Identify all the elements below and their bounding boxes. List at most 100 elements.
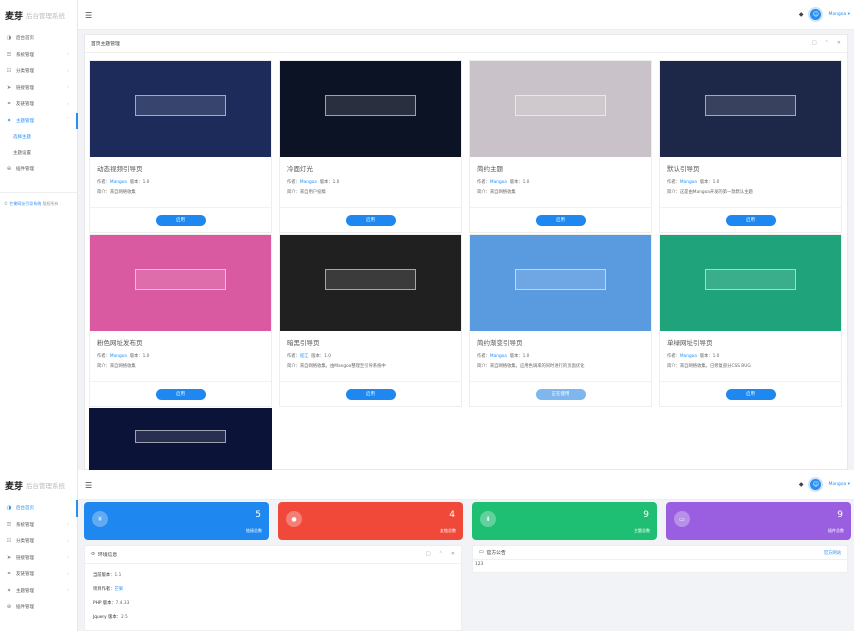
theme-toggle-icon[interactable]: ◆	[799, 11, 804, 18]
sidebar-item-label: 主题管理	[16, 118, 34, 124]
user-menu[interactable]: Mangoa ▾	[828, 482, 850, 487]
theme-author: Mangoa	[679, 180, 697, 185]
refresh-icon[interactable]: □	[812, 40, 817, 46]
sidebar-footer-text: 版权所有	[42, 200, 59, 206]
author-link[interactable]: 芒果	[114, 587, 123, 592]
refresh-icon[interactable]: □	[426, 551, 431, 557]
theme-meta: 作者：Mangoa 版本：1.0	[287, 180, 340, 185]
user-icon: ●	[286, 511, 302, 527]
sidebar-item-friendlinks[interactable]: ⚭ 友链管理 ›	[0, 566, 77, 583]
in-use-button[interactable]: 正在使用	[535, 388, 586, 400]
theme-desc-line: 简介：来自网络收集，由Mangoa整理至引导系统中	[287, 364, 386, 369]
theme-card-footer: 启用	[660, 207, 841, 232]
theme-desc-line: 简介：来自网络收集，应用色调来的同时进行的页面优化	[477, 364, 585, 369]
notice-panel: ▭ 官方公告 官方网站 123	[472, 545, 848, 573]
stat-card-links: ¥ 5 链接总数	[84, 502, 269, 540]
enable-theme-button[interactable]: 启用	[155, 388, 206, 400]
sidebar-subitem-select-theme[interactable]: 选择主题	[0, 129, 77, 145]
user-area: ◆ ☺ Mangoa ▾	[799, 477, 850, 492]
close-icon[interactable]: ✕	[451, 551, 455, 557]
theme-toggle-icon[interactable]: ◆	[799, 481, 804, 488]
env-row: Jquery 版本：2.5	[93, 615, 128, 620]
logo-mark: 麦芽	[5, 11, 24, 22]
sidebar-item-label: 友链管理	[16, 572, 34, 578]
theme-title: 单绿网址引导页	[667, 339, 713, 347]
theme-thumbnail	[470, 235, 651, 331]
sidebar-item-links[interactable]: ➤ 链接管理 ›	[0, 80, 77, 97]
logo-text: 后台管理系统	[26, 12, 66, 20]
official-site-link[interactable]: 官方网站	[824, 550, 841, 556]
sidebar-item-label: 后台首页	[16, 506, 34, 512]
sidebar-item-dashboard[interactable]: ◑ 后台首页	[0, 30, 77, 47]
theme-card-body: 单绿网址引导页 作者：Mangoa 版本：1.0 简介：来自网络收集，已修复部分CS…	[660, 331, 841, 381]
theme-meta: 作者：程江 版本：1.0	[287, 354, 331, 359]
enable-theme-button[interactable]: 启用	[345, 388, 396, 400]
sidebar-item-friendlinks[interactable]: ⚭ 友链管理 ›	[0, 96, 77, 113]
sidebar-footer-link[interactable]: 芒果网址引导系统	[9, 201, 41, 206]
info-icon: ⊙	[91, 552, 96, 557]
theme-desc-line: 简介：来自网络收集	[97, 190, 136, 195]
sidebar-item-plugins[interactable]: ⊕ 插件管理	[0, 161, 77, 178]
theme-thumbnail	[90, 235, 271, 331]
theme-author: Mangoa	[679, 354, 697, 359]
sidebar-item-label: 插件管理	[16, 167, 34, 173]
link-icon: ⚭	[6, 101, 12, 108]
enable-theme-button[interactable]: 启用	[725, 388, 776, 400]
enable-theme-button[interactable]: 启用	[155, 214, 206, 226]
env-row: PHP 版本：7.4.33	[93, 601, 130, 606]
theme-card: 简约主题 作者：Mangoa 版本：1.0 简介：来自网络收集 启用	[469, 60, 652, 233]
theme-card-body: 暗黑引导页 作者：程江 版本：1.0 简介：来自网络收集，由Mangoa整理至引导系…	[280, 331, 461, 381]
sidebar-item-system[interactable]: ☰ 系统管理 ›	[0, 517, 77, 534]
stat-value: 4	[449, 510, 455, 520]
stat-label: 插件总数	[828, 528, 844, 533]
avatar[interactable]: ☺	[808, 477, 824, 492]
menu-toggle-icon[interactable]: ☰	[85, 481, 92, 490]
theme-thumbnail	[90, 61, 271, 157]
sidebar-item-category[interactable]: ☷ 分类管理 ›	[0, 63, 77, 80]
close-icon[interactable]: ✕	[837, 40, 841, 46]
collapse-icon[interactable]: ⌃	[825, 40, 829, 46]
sidebar-item-themes[interactable]: ✦ 主题管理 ˅	[0, 112, 78, 130]
logo: 麦芽 后台管理系统	[0, 470, 77, 500]
sidebar-item-label: 后台首页	[16, 36, 34, 42]
send-icon: ➤	[6, 84, 12, 91]
top-bar: ☰ ◆ ☺ Mangoa ▾	[78, 470, 854, 500]
sidebar-item-category[interactable]: ☷ 分类管理 ›	[0, 533, 77, 550]
plugin-icon: ⊕	[6, 166, 12, 173]
sidebar-item-plugins[interactable]: ⊕ 插件管理	[0, 599, 77, 616]
theme-card-body: 冷面灯光 作者：Mangoa 版本：1.0 简介：来自用户投稿	[280, 157, 461, 207]
theme-desc: 来自网络收集，应用色调来的同时进行的页面优化	[489, 364, 585, 369]
sidebar-item-dashboard[interactable]: ◑ 后台首页	[0, 500, 78, 517]
enable-theme-button[interactable]: 启用	[535, 214, 586, 226]
stat-label: 主题总数	[634, 528, 650, 533]
panel-title: 首页主题管理	[91, 42, 120, 47]
chevron-right-icon: ›	[67, 68, 69, 74]
menu-toggle-icon[interactable]: ☰	[85, 11, 92, 20]
panel-title: 官方公告	[486, 551, 506, 556]
collapse-icon[interactable]: ⌃	[439, 551, 443, 557]
theme-thumbnail	[660, 235, 841, 331]
link-icon: ⚭	[6, 571, 12, 578]
theme-title: 简约主题	[477, 165, 503, 173]
message-icon: ▭	[674, 511, 690, 527]
theme-meta: 作者：Mangoa 版本：1.0	[97, 354, 150, 359]
sidebar-item-system[interactable]: ☰ 系统管理 ›	[0, 47, 77, 64]
theme-card-footer: 启用	[90, 381, 271, 406]
user-menu[interactable]: Mangoa ▾	[828, 12, 850, 17]
sidebar-item-links[interactable]: ➤ 链接管理 ›	[0, 550, 77, 567]
environment-panel: ⊙ 环境信息 □ ⌃ ✕ 当前版本：1.1 项目作者：芒果 PHP 版本：7.4…	[84, 545, 462, 631]
thumbnail-preview	[134, 429, 227, 444]
sidebar-item-label: 链接管理	[16, 85, 34, 91]
theme-card: 单绿网址引导页 作者：Mangoa 版本：1.0 简介：来自网络收集，已修复部分CS…	[659, 234, 842, 407]
sidebar: 麦芽 后台管理系统 ◑ 后台首页 ☰ 系统管理 › ☷ 分类管理 › ➤ 链接管理 › ⚭ 友链…	[0, 0, 78, 470]
enable-theme-button[interactable]: 启用	[345, 214, 396, 226]
theme-version: 1.0	[324, 354, 331, 359]
sidebar-item-themes[interactable]: ✦ 主题管理 ›	[0, 583, 77, 600]
avatar[interactable]: ☺	[808, 7, 824, 22]
dashboard-screen: 麦芽 后台管理系统 ◑ 后台首页 ☰ 系统管理 › ☷ 分类管理 › ➤ 链接管理 › ⚭ 友链…	[0, 470, 854, 631]
theme-author: Mangoa	[109, 180, 127, 185]
theme-thumbnail	[280, 61, 461, 157]
enable-theme-button[interactable]: 启用	[725, 214, 776, 226]
theme-title: 简约渐变引导页	[477, 339, 523, 347]
sidebar-subitem-theme-settings[interactable]: 主题设置	[0, 145, 77, 161]
